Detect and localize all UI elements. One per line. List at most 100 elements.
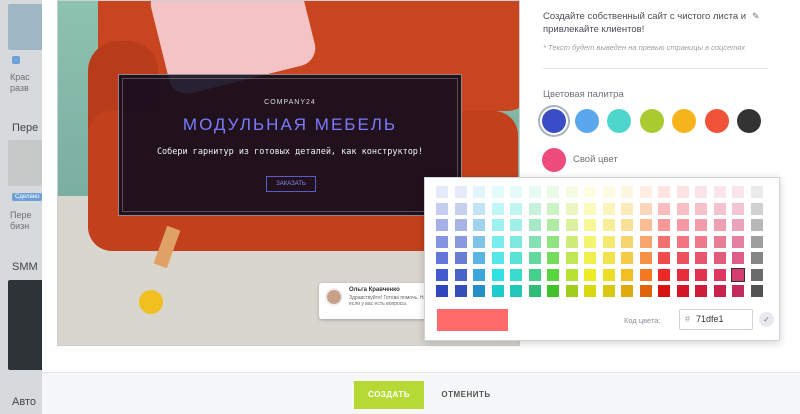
color-cell[interactable]: [491, 202, 504, 215]
color-cell[interactable]: [676, 285, 689, 297]
palette-black-swatch[interactable]: [737, 109, 761, 133]
color-cell[interactable]: [658, 186, 670, 198]
color-cell[interactable]: [750, 219, 763, 231]
color-cell[interactable]: [602, 285, 615, 297]
color-cell[interactable]: [547, 219, 559, 231]
color-cell[interactable]: [713, 219, 726, 231]
color-cell[interactable]: [547, 235, 559, 248]
palette-green-swatch[interactable]: [639, 109, 664, 133]
color-cell[interactable]: [695, 268, 707, 281]
color-cell[interactable]: [621, 252, 633, 264]
own-color-swatch[interactable]: [542, 148, 566, 172]
own-color-label[interactable]: Свой цвет: [573, 154, 618, 165]
color-cell[interactable]: [528, 235, 541, 248]
color-cell[interactable]: [658, 285, 670, 297]
color-cell[interactable]: [491, 219, 504, 231]
color-cell[interactable]: [750, 186, 763, 198]
color-cell[interactable]: [713, 285, 726, 297]
color-cell[interactable]: [454, 219, 467, 231]
color-cell[interactable]: [639, 235, 652, 248]
color-cell[interactable]: [602, 219, 615, 231]
color-cell[interactable]: [658, 235, 670, 248]
color-cell[interactable]: [621, 202, 633, 215]
color-cell[interactable]: [584, 268, 596, 281]
color-cell[interactable]: [565, 252, 578, 264]
color-cell[interactable]: [510, 202, 522, 215]
color-cell[interactable]: [584, 186, 596, 198]
color-cell[interactable]: [491, 235, 504, 248]
color-cell[interactable]: [565, 235, 578, 248]
color-cell[interactable]: [621, 235, 633, 248]
color-cell[interactable]: [510, 285, 522, 297]
color-cell[interactable]: [732, 235, 744, 248]
color-cell[interactable]: [676, 268, 689, 281]
color-cell[interactable]: [695, 219, 707, 231]
color-cell[interactable]: [528, 186, 541, 198]
color-cell[interactable]: [713, 186, 726, 198]
color-cell[interactable]: [491, 285, 504, 297]
color-cell[interactable]: [695, 186, 707, 198]
color-cell[interactable]: [565, 219, 578, 231]
cancel-button[interactable]: ОТМЕНИТЬ: [436, 381, 496, 409]
color-cell[interactable]: [713, 202, 726, 215]
color-cell[interactable]: [621, 186, 633, 198]
color-cell[interactable]: [750, 268, 763, 281]
color-cell[interactable]: [658, 202, 670, 215]
color-cell[interactable]: [510, 268, 522, 281]
color-cell[interactable]: [473, 202, 485, 215]
color-cell[interactable]: [602, 268, 615, 281]
color-cell[interactable]: [491, 268, 504, 281]
color-cell[interactable]: [436, 219, 448, 231]
color-cell[interactable]: [436, 186, 448, 198]
color-cell[interactable]: [528, 219, 541, 231]
palette-blue-swatch[interactable]: [542, 109, 566, 133]
color-cell[interactable]: [436, 268, 448, 281]
color-cell[interactable]: [454, 285, 467, 297]
color-cell[interactable]: [547, 252, 559, 264]
color-cell[interactable]: [473, 186, 485, 198]
color-cell[interactable]: [639, 268, 652, 281]
color-cell[interactable]: [676, 186, 689, 198]
color-cell[interactable]: [732, 202, 744, 215]
color-cell[interactable]: [676, 252, 689, 264]
color-cell[interactable]: [639, 285, 652, 297]
color-cell[interactable]: [547, 186, 559, 198]
color-cell[interactable]: [584, 252, 596, 264]
color-cell[interactable]: [676, 202, 689, 215]
color-cell[interactable]: [436, 252, 448, 264]
color-cell[interactable]: [528, 252, 541, 264]
color-cell[interactable]: [695, 285, 707, 297]
palette-light-blue-swatch[interactable]: [574, 109, 599, 133]
pencil-icon[interactable]: ✎: [752, 11, 760, 22]
color-cell[interactable]: [547, 285, 559, 297]
color-cell[interactable]: [510, 186, 522, 198]
color-cell[interactable]: [436, 202, 448, 215]
color-cell[interactable]: [602, 202, 615, 215]
color-cell[interactable]: [732, 252, 744, 264]
color-cell[interactable]: [639, 252, 652, 264]
color-cell[interactable]: [676, 235, 689, 248]
color-cell[interactable]: [750, 235, 763, 248]
color-cell[interactable]: [510, 219, 522, 231]
color-cell[interactable]: [528, 268, 541, 281]
color-cell[interactable]: [658, 219, 670, 231]
color-cell[interactable]: [528, 285, 541, 297]
color-cell[interactable]: [695, 235, 707, 248]
color-cell[interactable]: [750, 285, 763, 297]
color-cell[interactable]: [454, 235, 467, 248]
palette-yellow-swatch[interactable]: [672, 109, 696, 133]
color-cell[interactable]: [584, 285, 596, 297]
color-cell[interactable]: [473, 252, 485, 264]
color-cell[interactable]: [491, 252, 504, 264]
color-cell[interactable]: [454, 268, 467, 281]
color-cell[interactable]: [565, 268, 578, 281]
color-cell[interactable]: [473, 235, 485, 248]
color-cell[interactable]: [621, 285, 633, 297]
palette-red-swatch[interactable]: [704, 109, 729, 133]
color-cell[interactable]: [732, 219, 744, 231]
color-cell[interactable]: [565, 186, 578, 198]
color-cell[interactable]: [547, 202, 559, 215]
color-cell[interactable]: [454, 202, 467, 215]
color-cell[interactable]: [584, 235, 596, 248]
color-cell[interactable]: [602, 252, 615, 264]
